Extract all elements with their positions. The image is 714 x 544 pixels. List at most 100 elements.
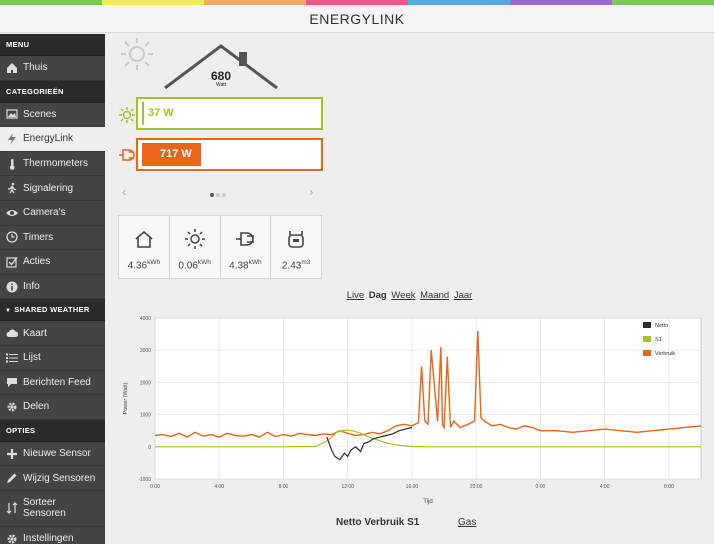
sidebar-item-label: Signalering (23, 182, 74, 194)
chart-plot-area (154, 317, 702, 480)
chart-x-tick-label: 16:00 (406, 484, 419, 490)
chart-legend-swatch (643, 350, 651, 356)
sidebar-section-header: OPTIES (0, 419, 105, 442)
house-power-unit: Watt (215, 82, 227, 88)
chart-legend-label: Netto (655, 323, 668, 329)
solar-power-bar: 37 W (136, 97, 323, 130)
carousel-next-button[interactable]: › (309, 184, 313, 199)
tab-week[interactable]: Week (391, 290, 415, 301)
sidebar-item-kaart[interactable]: Kaart (0, 321, 105, 346)
sidebar-item-label: Timers (23, 231, 54, 243)
chart-legend-swatch (643, 322, 651, 328)
house-outline-icon (135, 230, 153, 248)
sidebar-item-label: Nieuwe Sensor (23, 448, 91, 460)
sidebar-section-header: ▼ SHARED WEATHER (0, 299, 105, 322)
app-title: ENERGYLINK (309, 11, 405, 27)
chart-x-tick-label: 12:00 (341, 484, 354, 490)
home-icon (6, 62, 18, 74)
sidebar-item-nieuwe-sensor[interactable]: Nieuwe Sensor (0, 442, 105, 467)
chart-y-tick-label: -1000 (138, 477, 151, 483)
sidebar-item-label: Lijst (23, 352, 41, 364)
summary-value: 4.38kWh (229, 259, 261, 271)
carousel-dot[interactable] (216, 193, 220, 197)
usage-power-label: 717 W (160, 148, 192, 160)
plug-icon (236, 232, 255, 246)
sidebar-section-label: SHARED WEATHER (14, 305, 90, 315)
sun-icon (184, 229, 205, 249)
sidebar-section-header: MENU (0, 34, 105, 56)
plus-icon (6, 448, 18, 460)
lightning-icon (6, 132, 18, 145)
chart-x-tick-label: 8:00 (664, 484, 674, 490)
chart-x-tick-label: 4:00 (214, 484, 224, 490)
summary-value: 2.43m3 (282, 259, 311, 271)
sidebar-item-label: Camera's (23, 207, 66, 219)
power-chart: -1000 0 1000 2000 3000 4000 0:00 4:00 8:00 12:00 1… (123, 316, 702, 505)
sidebar-item-label: Sorteer Sensoren (23, 497, 66, 520)
summary-unit: kWh (197, 259, 211, 266)
tab-gas[interactable]: Gas (458, 517, 476, 528)
summary-number: 4.38 (229, 260, 249, 272)
sidebar-item-thermometers[interactable]: Thermometers (0, 152, 105, 177)
tab-netto-verbruik-s1[interactable]: Netto Verbruik S1 (336, 517, 419, 528)
sidebar-item-timers[interactable]: Timers (0, 226, 105, 251)
sidebar-item-label: Acties (23, 256, 51, 268)
sun-decoration-icon (121, 38, 153, 70)
chart-legend-label: Verbruik (655, 351, 675, 357)
summary-value: 0.06kWh (178, 259, 210, 271)
info-icon (6, 281, 18, 293)
chart-y-tick-label: 1000 (140, 413, 151, 419)
sidebar-item-label: Thuis (23, 62, 48, 74)
sidebar-item-thuis[interactable]: Thuis (0, 56, 105, 81)
carousel-dot[interactable] (210, 193, 214, 197)
gas-meter-icon (288, 231, 304, 248)
sidebar-item-scenes[interactable]: Scenes (0, 103, 105, 128)
title-bar: ENERGYLINK (0, 5, 714, 33)
tab-jaar[interactable]: Jaar (454, 290, 472, 301)
tab-live[interactable]: Live (347, 290, 364, 301)
main-content: 680 Watt 37 W 717 W ‹ › 4.36kWh 0.06kWh 4.… (105, 34, 714, 544)
chart-legend-label: S1 (655, 337, 662, 343)
usage-power-bar: 717 W (136, 138, 323, 171)
summary-unit: kWh (248, 259, 262, 266)
sidebar-item-berichten-feed[interactable]: Berichten Feed (0, 371, 105, 396)
sidebar-item-lijst[interactable]: Lijst (0, 346, 105, 371)
list-icon (6, 352, 18, 364)
sidebar-item-acties[interactable]: Acties (0, 250, 105, 275)
carousel-dot[interactable] (222, 193, 226, 197)
triangle-down-icon: ▼ (5, 308, 12, 315)
chart-y-axis-label: Power (Watt) (123, 382, 129, 414)
sidebar-item-sorteer-sensoren[interactable]: Sorteer Sensoren (0, 491, 105, 527)
daily-summary: 4.36kWh 0.06kWh 4.38kWh 2.43m3 (118, 215, 322, 279)
sidebar-item-camera-s[interactable]: Camera's (0, 201, 105, 226)
gear-icon (6, 401, 18, 413)
running-man-icon (6, 182, 18, 194)
thermometer-icon (6, 158, 18, 170)
sidebar-item-info[interactable]: Info (0, 275, 105, 300)
sidebar-item-label: Wijzig Sensoren (23, 472, 96, 484)
summary-unit: m3 (301, 259, 311, 266)
sidebar-item-instellingen[interactable]: Instellingen (0, 527, 105, 544)
cloud-icon (6, 327, 18, 339)
chart-x-tick-label: 8:00 (279, 484, 289, 490)
chart-y-tick-label: 0 (148, 445, 151, 451)
usage-power-fill: 717 W (142, 143, 201, 166)
sort-icon (6, 502, 18, 515)
sidebar-item-label: Instellingen (23, 533, 74, 544)
tab-maand[interactable]: Maand (420, 290, 449, 301)
chart-x-tick-label: 20:00 (470, 484, 483, 490)
carousel-prev-button[interactable]: ‹ (122, 184, 126, 199)
chart-x-tick-label: 4:00 (600, 484, 610, 490)
sidebar-item-energylink[interactable]: EnergyLink (0, 127, 105, 152)
summary-number: 0.06 (178, 260, 198, 272)
summary-number: 4.36 (127, 260, 148, 272)
solar-power-label: 37 W (148, 107, 174, 119)
summary-value: 4.36kWh (128, 259, 160, 271)
sidebar-item-wijzig-sensoren[interactable]: Wijzig Sensoren (0, 466, 105, 491)
summary-cell: 4.38kWh (221, 216, 272, 278)
tab-dag[interactable]: Dag (369, 290, 387, 301)
eye-icon (6, 207, 18, 219)
sidebar-item-delen[interactable]: Delen (0, 395, 105, 420)
sidebar-item-signalering[interactable]: Signalering (0, 176, 105, 201)
summary-number: 2.43 (281, 260, 302, 272)
